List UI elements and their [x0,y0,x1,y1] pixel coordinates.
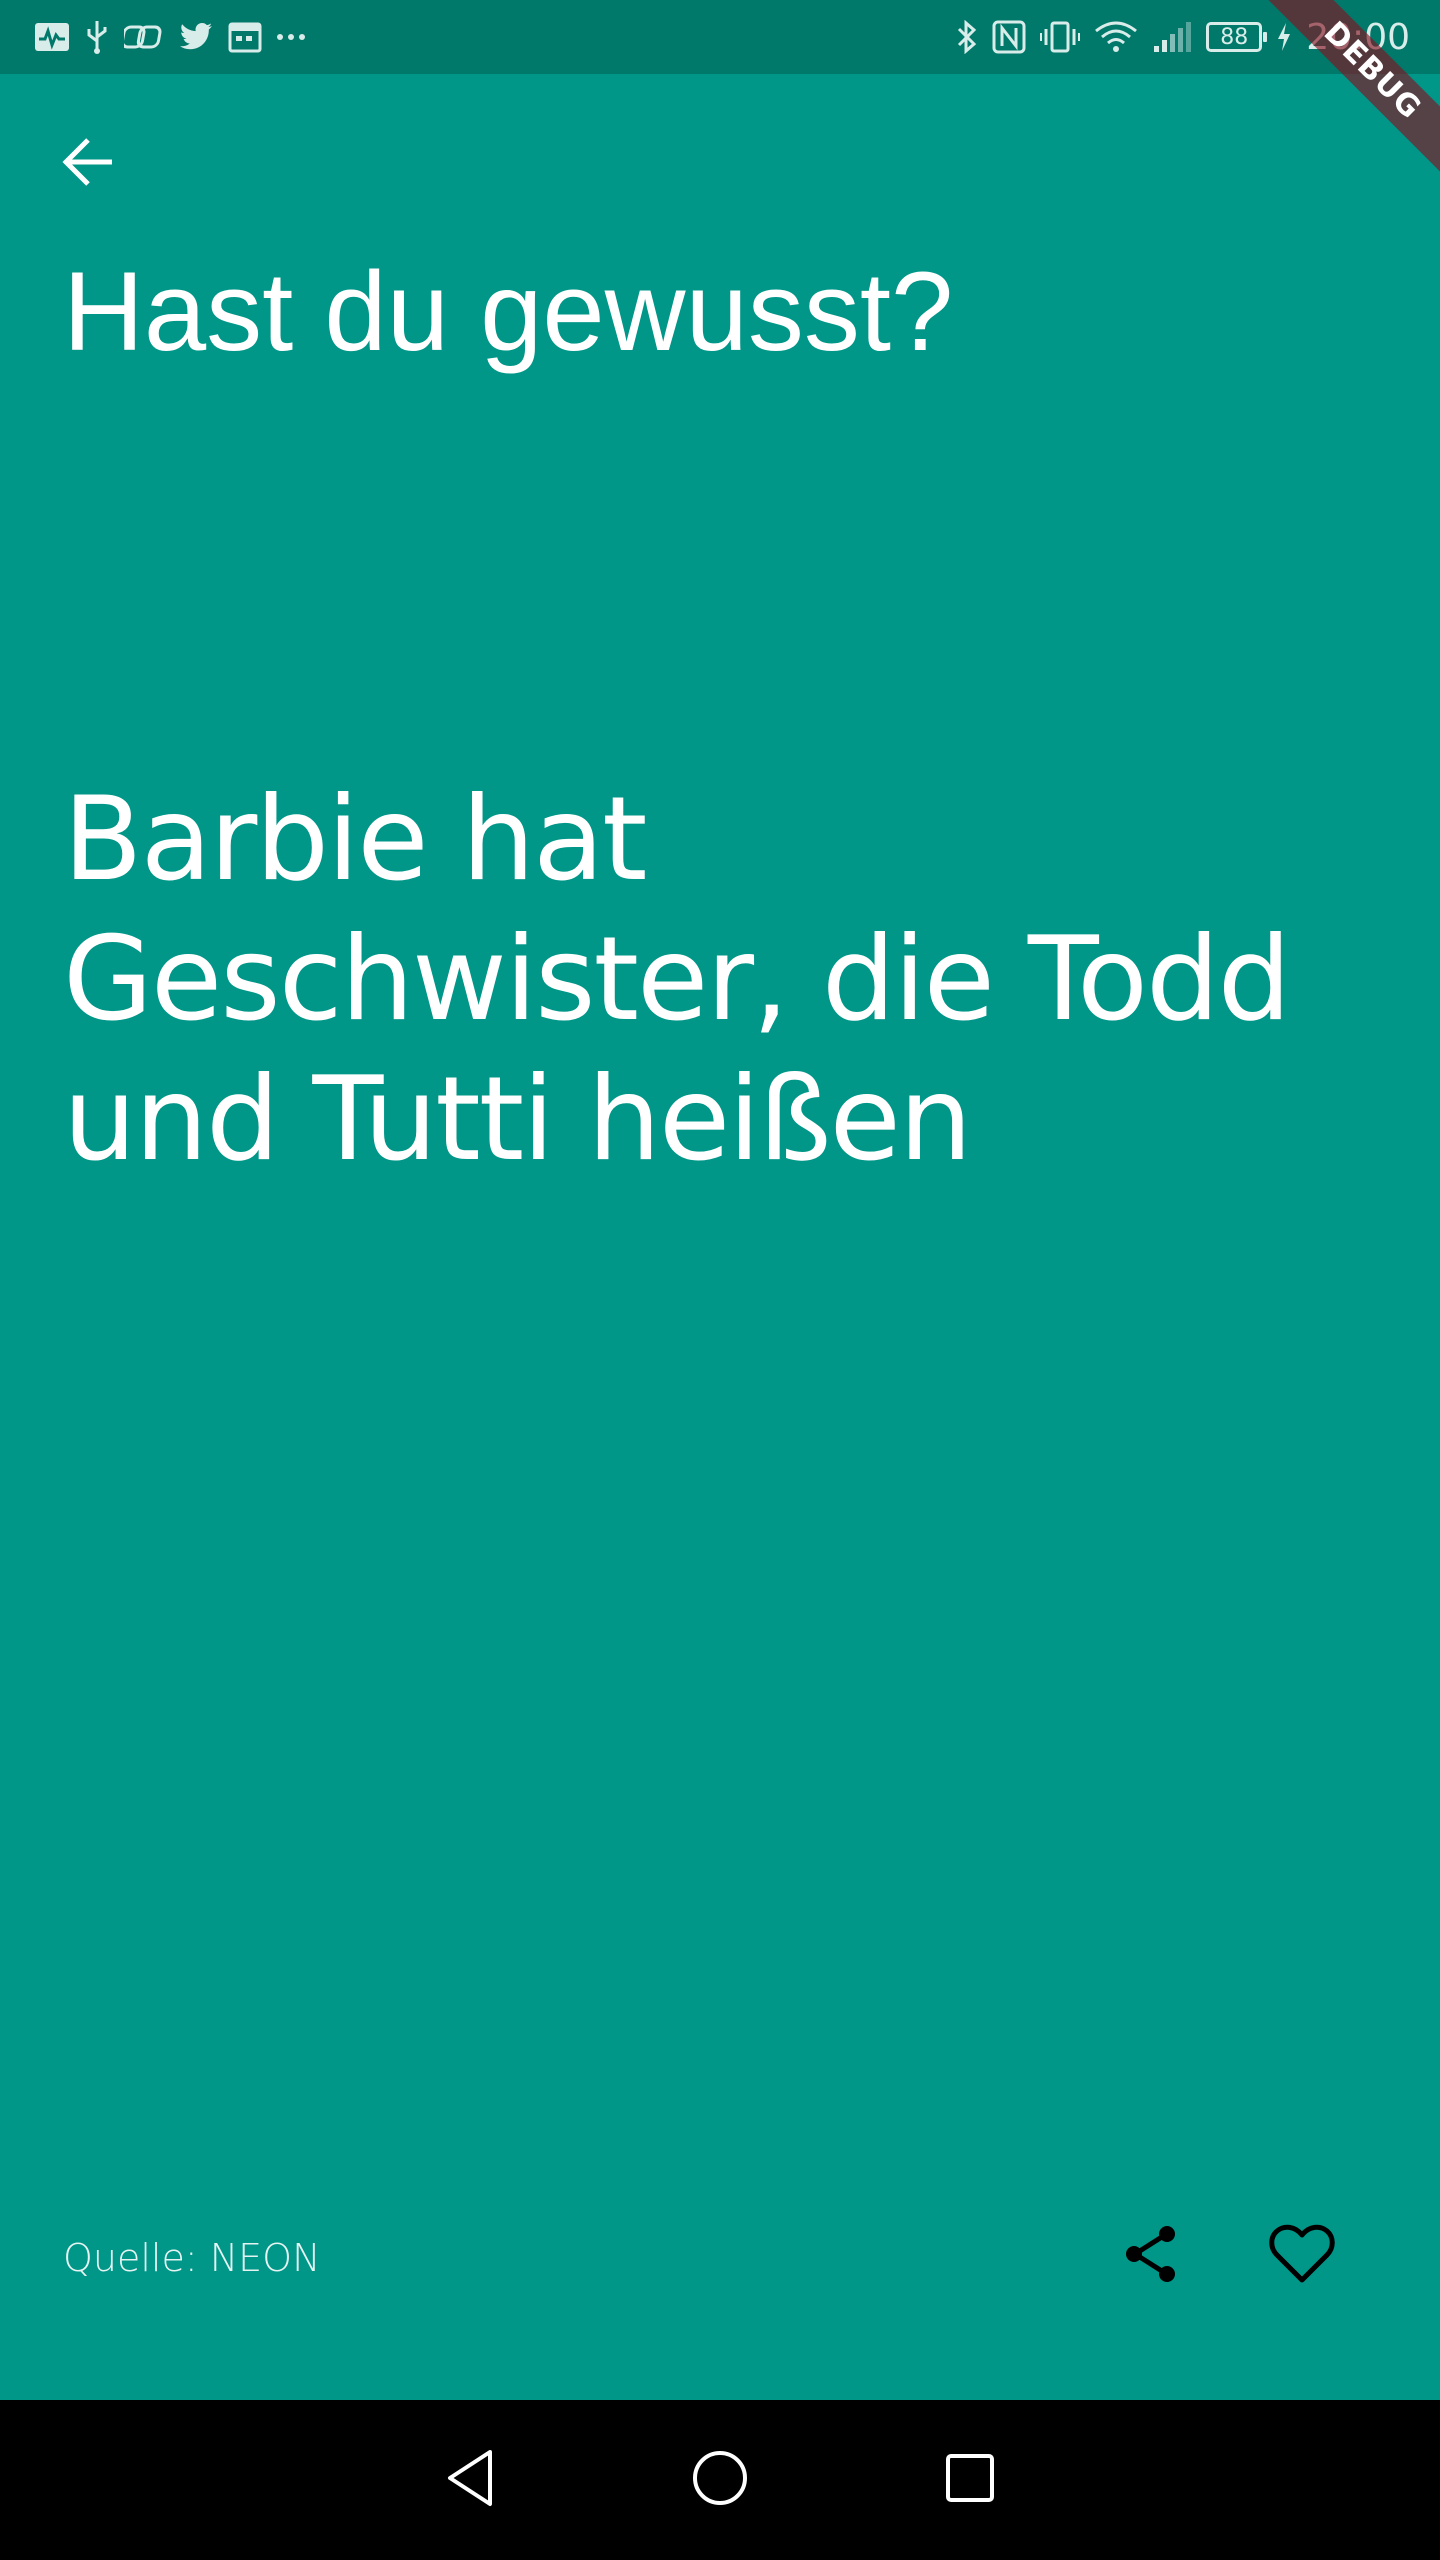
battery-icon: 88 [1206,22,1268,52]
source-label: Quelle: NEON [63,2236,321,2280]
link-icon [124,21,164,53]
wifi-icon [1094,20,1138,54]
calendar-icon [228,21,262,53]
clock: 20:00 [1306,16,1410,58]
twitter-icon [178,21,214,53]
nav-back-button[interactable] [420,2430,520,2530]
navigation-bar [0,2400,1440,2560]
status-bar: 88 20:00 [0,0,1440,74]
fact-text: Barbie hat Geschwister, die Todd und Tut… [63,772,1291,1187]
usb-icon [84,19,110,55]
signal-icon [1152,20,1192,54]
back-button[interactable] [40,116,136,212]
share-icon [1119,2221,1185,2292]
favorite-button[interactable] [1252,2206,1352,2306]
arrow-back-icon [60,134,116,195]
charging-icon [1276,22,1292,52]
battery-level: 88 [1220,24,1249,50]
nav-back-icon [442,2448,498,2513]
heart-outline-icon [1268,2223,1336,2290]
more-notifications-icon [276,32,306,42]
vibrate-icon [1040,20,1081,54]
nav-recents-button[interactable] [920,2430,1020,2530]
activity-icon [34,21,70,53]
status-left-icons [34,0,306,74]
bluetooth-icon [956,20,978,54]
nav-recents-icon [943,2451,997,2510]
nav-home-button[interactable] [670,2430,770,2530]
page-title: Hast du gewusst? [63,249,954,374]
app-screen: 88 20:00 DEBUG Hast du gewusst? Barbie h… [0,0,1440,2560]
share-button[interactable] [1102,2206,1202,2306]
status-right-icons: 88 20:00 [956,0,1410,74]
nav-home-icon [690,2448,750,2513]
nfc-icon [992,20,1026,54]
